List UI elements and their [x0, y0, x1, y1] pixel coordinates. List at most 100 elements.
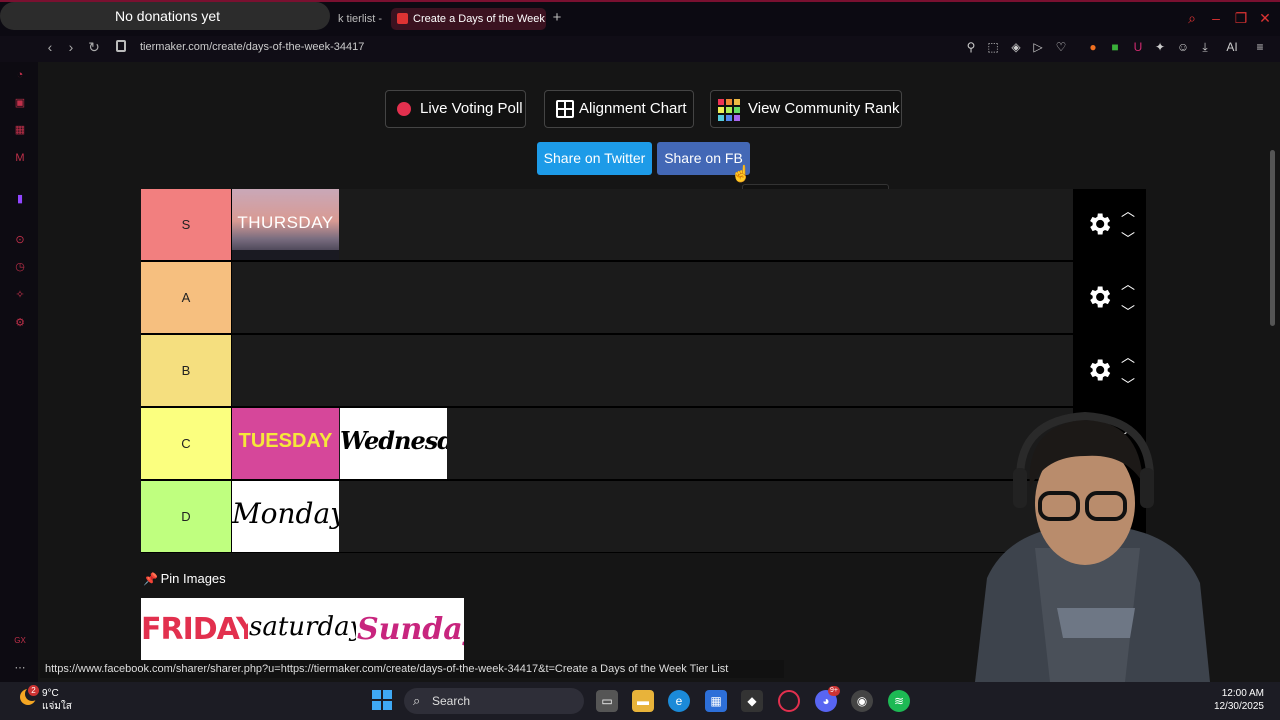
activity-icon[interactable]: ◔	[13, 68, 27, 82]
obs-icon[interactable]: ◉	[851, 690, 873, 712]
minimize-icon[interactable]: –	[1208, 10, 1224, 26]
spotify-icon[interactable]: ≋	[888, 690, 910, 712]
tier-items-a[interactable]	[232, 262, 1073, 333]
tile-thursday[interactable]: THURSDAY	[232, 189, 339, 260]
tier-row-a: A ︿ ﹀	[141, 262, 1146, 333]
unity-icon[interactable]: ◆	[741, 690, 763, 712]
search-icon[interactable]: ⌕	[1184, 10, 1200, 26]
edge-icon[interactable]: e	[668, 690, 690, 712]
snapshot-icon[interactable]: ⬚	[986, 40, 1000, 54]
tab-active[interactable]: Create a Days of the Week	[391, 8, 546, 30]
pool-tile-friday[interactable]: FRIDAY	[141, 598, 248, 660]
file-explorer-icon[interactable]: ▬	[632, 690, 654, 712]
menu-icon[interactable]: ≡	[1253, 40, 1267, 54]
profile-icon[interactable]: ☺	[1176, 40, 1190, 54]
tab-active-label: Create a Days of the Week	[413, 13, 545, 25]
url-field[interactable]: tiermaker.com/create/days-of-the-week-34…	[140, 39, 364, 55]
pin-icon[interactable]: ⚲	[964, 40, 978, 54]
tier-controls-b: ︿ ﹀	[1074, 335, 1146, 406]
heart-icon[interactable]: ♡	[1054, 40, 1068, 54]
pool-tile-saturday[interactable]: saturday	[249, 598, 356, 660]
move-down-icon[interactable]: ﹀	[1119, 305, 1137, 319]
scrollbar[interactable]	[1270, 150, 1275, 326]
tile-wednesday[interactable]: Wednesday	[340, 408, 447, 479]
back-icon[interactable]: ‹	[41, 38, 59, 56]
tier-items-b[interactable]	[232, 335, 1073, 406]
task-view-icon[interactable]: ▭	[596, 690, 618, 712]
pool-tile-saturday-text: saturday	[249, 612, 356, 642]
gear-icon[interactable]	[1085, 210, 1113, 238]
fire-icon[interactable]: ●	[1086, 40, 1100, 54]
tile-wednesday-text: Wednesday	[340, 426, 447, 455]
tiermaker-favicon-icon	[397, 13, 408, 24]
m-icon[interactable]: M	[13, 151, 27, 165]
play-icon[interactable]: ▷	[1031, 40, 1045, 54]
tile-thursday-shore	[232, 250, 339, 260]
tier-items-d[interactable]: Monday	[232, 481, 1073, 552]
opera-gx-icon[interactable]	[778, 690, 800, 712]
pin-images-toggle[interactable]: 📌 Pin Images	[143, 570, 226, 588]
pool-tile-friday-text: FRIDAY	[141, 612, 248, 647]
live-voting-poll-button[interactable]: Live Voting Poll	[385, 90, 526, 128]
pin-images-label: Pin Images	[160, 571, 226, 586]
gear-icon[interactable]	[1085, 283, 1113, 311]
twitch-icon[interactable]: ▮	[13, 192, 27, 206]
tier-label-a[interactable]: A	[141, 262, 231, 333]
tier-label-s[interactable]: S	[141, 189, 231, 260]
temperature-text: 9°C	[42, 688, 59, 699]
weather-widget[interactable]: 9°C แจ่มใส	[42, 687, 72, 713]
more-icon[interactable]: ⋯	[13, 661, 27, 675]
tier-row-s: S THURSDAY ︿ ﹀	[141, 189, 1146, 260]
view-community-rank-button[interactable]: View Community Rank	[710, 90, 902, 128]
close-icon[interactable]: ✕	[1257, 10, 1273, 26]
shield-icon[interactable]: ◈	[1009, 40, 1023, 54]
rank-grid-icon	[718, 99, 740, 121]
tile-tuesday[interactable]: TUESDAY	[232, 408, 339, 479]
tiktok-icon[interactable]: ▦	[13, 123, 27, 137]
gx-icon[interactable]: GX	[13, 634, 27, 648]
store-icon[interactable]: ▦	[705, 690, 727, 712]
move-down-icon[interactable]: ﹀	[1119, 232, 1137, 246]
tier-items-s[interactable]: THURSDAY	[232, 189, 1073, 260]
donation-banner: No donations yet	[0, 2, 330, 30]
ai-icon[interactable]: AI	[1220, 40, 1244, 54]
puzzle-icon[interactable]: ✦	[1153, 40, 1167, 54]
move-down-icon[interactable]: ﹀	[1119, 378, 1137, 392]
gear-icon[interactable]	[1085, 356, 1113, 384]
puzzle-icon[interactable]: ✧	[13, 288, 27, 302]
tab-previous[interactable]: k tierlist -	[330, 8, 388, 30]
alignment-chart-button[interactable]: Alignment Chart	[544, 90, 694, 128]
weather-condition-text: แจ่มใส	[42, 701, 72, 712]
clock-date: 12/30/2025	[1213, 701, 1264, 712]
new-tab-button[interactable]: +	[550, 9, 564, 27]
play-circle-icon[interactable]: ⊙	[13, 233, 27, 247]
tile-thursday-text: THURSDAY	[237, 213, 334, 232]
share-twitter-button[interactable]: Share on Twitter	[537, 142, 652, 175]
move-up-icon[interactable]: ︿	[1119, 350, 1137, 364]
reload-icon[interactable]: ↻	[85, 38, 103, 56]
tile-monday[interactable]: Monday	[232, 481, 339, 552]
restore-icon[interactable]: ❐	[1233, 10, 1249, 26]
forward-icon[interactable]: ›	[62, 38, 80, 56]
extension-icon[interactable]: ■	[1108, 40, 1122, 54]
download-icon[interactable]: ⤓	[1198, 40, 1212, 54]
move-up-icon[interactable]: ︿	[1119, 277, 1137, 291]
tier-label-d[interactable]: D	[141, 481, 231, 552]
tier-items-c[interactable]: TUESDAY Wednesday	[232, 408, 1073, 479]
pool-tile-sunday[interactable]: Sunday	[357, 598, 464, 660]
taskbar-search[interactable]: ⌕ Search	[404, 688, 584, 714]
taskbar-search-label: Search	[432, 694, 471, 708]
tile-monday-text: Monday	[232, 497, 339, 530]
u-icon[interactable]: U	[1131, 40, 1145, 54]
windows-start-icon[interactable]	[372, 690, 392, 710]
settings-icon[interactable]: ⚙	[13, 316, 27, 330]
tier-label-c[interactable]: C	[141, 408, 231, 479]
clock[interactable]: 12:00 AM 12/30/2025	[1200, 687, 1264, 713]
history-icon[interactable]: ◷	[13, 260, 27, 274]
tier-label-b[interactable]: B	[141, 335, 231, 406]
bag-icon[interactable]: ▣	[13, 96, 27, 110]
move-up-icon[interactable]: ︿	[1119, 204, 1137, 218]
clock-time: 12:00 AM	[1221, 688, 1264, 699]
tier-controls-s: ︿ ﹀	[1074, 189, 1146, 260]
grid-icon	[556, 100, 574, 118]
